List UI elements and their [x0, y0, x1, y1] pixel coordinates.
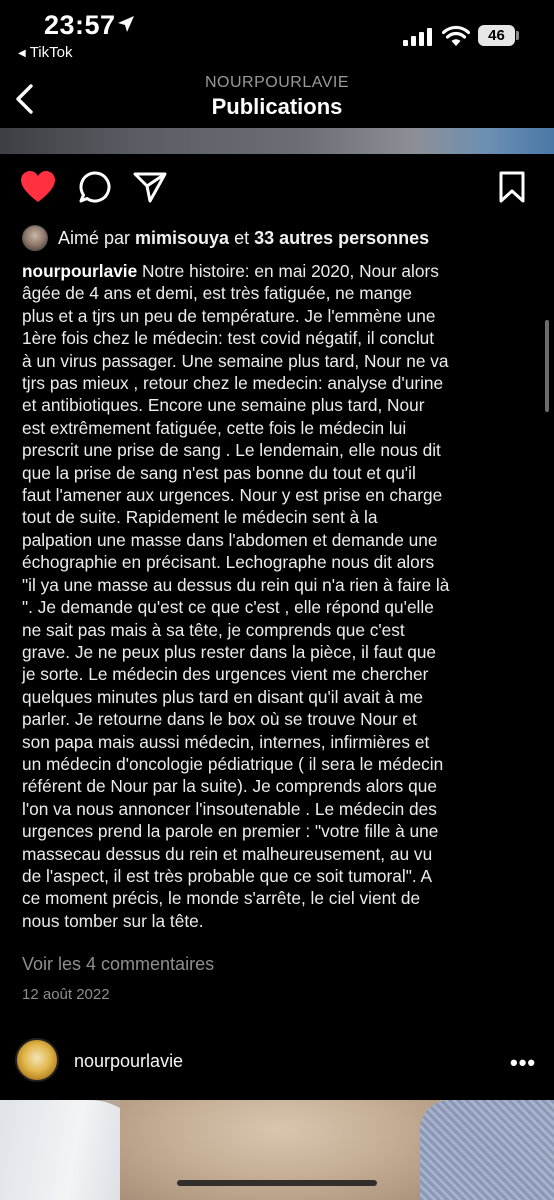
caption-line: 1ère fois chez le médecin: test covid né… [22, 328, 435, 349]
caption-line: âgée de 4 ans et demi, est très fatiguée… [22, 283, 413, 304]
caption-line: palpation une masse dans l'abdomen et de… [22, 529, 438, 550]
wifi-icon [442, 25, 470, 46]
caption-text: Notre histoire: en mai 2020, Nour alors [137, 261, 439, 281]
caption-line: "il ya une masse au dessus du rein qui n… [22, 574, 450, 595]
battery-tip [516, 31, 519, 40]
caption-line: massecau dessus du rein et malheureuseme… [22, 843, 433, 864]
next-post-header: nourpourlavie ••• [0, 1038, 554, 1084]
post-image[interactable] [0, 128, 554, 154]
caption-line: quelques minutes plus tard en disant qu'… [22, 686, 424, 707]
liker-avatar [22, 225, 48, 251]
caption-line: faut l'amener aux urgences. Nour y est p… [22, 485, 443, 506]
caption-line: son papa mais aussi médecin, internes, i… [22, 731, 430, 752]
caption-line: nourpourlavie Notre histoire: en mai 202… [22, 260, 540, 282]
image-region-blanket [420, 1100, 554, 1200]
more-options-icon[interactable]: ••• [510, 1050, 536, 1076]
heart-icon[interactable] [20, 170, 56, 204]
caption-line: parler. Je retourne dans le box où se tr… [22, 709, 417, 730]
caption-line: nous tomber sur la tête. [22, 910, 204, 931]
caption-line: prescrit une prise de sang . Le lendemai… [22, 440, 441, 461]
back-to-app-link[interactable]: ◀ TikTok [18, 44, 72, 61]
caption-line: urgences prend la parole en premier : "v… [22, 821, 439, 842]
home-indicator[interactable] [177, 1180, 377, 1186]
battery-indicator: 46 [478, 25, 515, 46]
post-date: 12 août 2022 [22, 986, 110, 1003]
caption-line: un médecin d'oncologie pédiatrique ( il … [22, 753, 444, 774]
back-triangle-icon: ◀ [18, 48, 26, 59]
avatar[interactable] [15, 1038, 59, 1082]
location-arrow-icon [118, 16, 134, 32]
caption-line: plus et a tjrs un peu de température. Je… [22, 305, 436, 326]
caption-line: que la prise de sang n'est pas bonne du … [22, 462, 416, 483]
caption-line: ne sait pas mais à sa tête, je comprends… [22, 619, 405, 640]
likes-others-count[interactable]: 33 autres personnes [254, 228, 429, 249]
likes-summary[interactable]: Aimé par mimisouya et 33 autres personne… [22, 224, 434, 252]
caption-line: ". Je demande qu'est ce que c'est , elle… [22, 597, 434, 618]
caption-line: de l'aspect, il est très probable que ce… [22, 865, 432, 886]
caption-line: et antibiotiques. Encore une semaine plu… [22, 395, 425, 416]
post-actions [0, 170, 554, 210]
likes-prefix: Aimé par [58, 227, 131, 248]
caption-line: grave. Je ne peux plus rester dans la pi… [22, 641, 437, 662]
caption-line: ce moment précis, le monde s'arrête, le … [22, 888, 421, 909]
status-bar: 23:57 ◀ TikTok 46 [0, 0, 554, 70]
comment-icon[interactable] [78, 170, 112, 204]
caption-line: l'on va nous annoncer l'insoutenable . L… [22, 798, 437, 819]
caption-line: échographie en précisant. Lechographe no… [22, 552, 435, 573]
bookmark-icon[interactable] [498, 170, 526, 204]
caption-line: je sorte. Le médecin des urgences vient … [22, 664, 429, 685]
caption-line: est extrêmement fatiguée, cette fois le … [22, 417, 407, 438]
cellular-signal-icon [403, 28, 432, 46]
caption-line: tjrs pas mieux , retour chez le medecin:… [22, 373, 444, 394]
page-header: NOURPOURLAVIE Publications [0, 70, 554, 128]
caption-line: référent de Nour par la suite). Je compr… [22, 776, 437, 797]
share-icon[interactable] [132, 170, 168, 204]
caption-author[interactable]: nourpourlavie [22, 261, 137, 281]
view-comments-link[interactable]: Voir les 4 commentaires [22, 954, 214, 975]
caption-line: à un virus passager. Une semaine plus ta… [22, 350, 449, 371]
post-caption: nourpourlavie Notre histoire: en mai 202… [22, 260, 540, 932]
likes-connector: et [234, 227, 250, 248]
caption-line: tout de suite. Rapidement le médecin sen… [22, 507, 378, 528]
next-post-username[interactable]: nourpourlavie [74, 1051, 183, 1072]
status-time: 23:57 [44, 10, 116, 40]
scrollbar-indicator[interactable] [545, 320, 549, 412]
liker-username[interactable]: mimisouya [135, 228, 229, 249]
header-username: NOURPOURLAVIE [204, 74, 349, 91]
back-app-label: TikTok [29, 44, 73, 61]
page-title: Publications [211, 94, 343, 119]
